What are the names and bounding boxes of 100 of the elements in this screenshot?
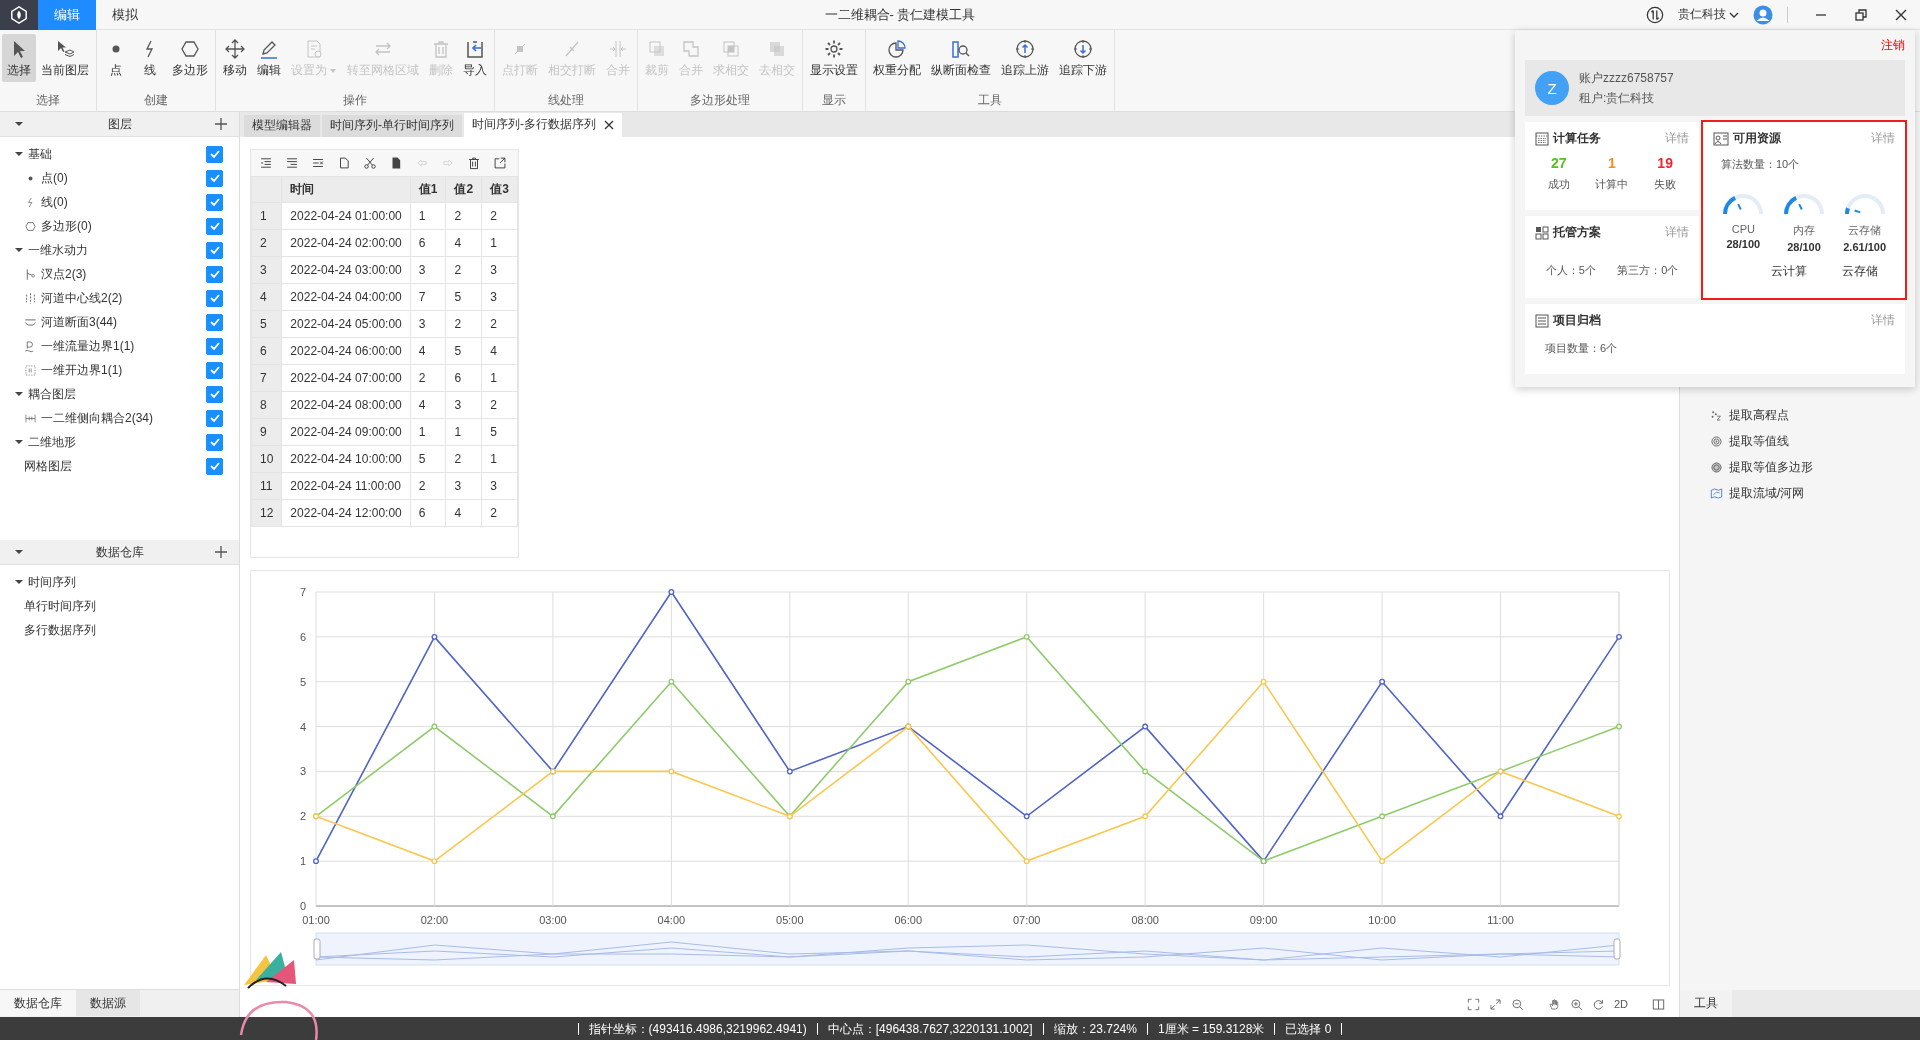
table-cell: 2022-04-24 05:00:00: [281, 310, 411, 338]
gauge-label: 云存储: [1848, 223, 1882, 238]
hosting-count: 第三方：0个: [1617, 263, 1679, 278]
status-text: 缩放：23.724%: [1042, 1022, 1147, 1035]
table-cell: 6: [410, 229, 446, 257]
table-cell: 2022-04-24 04:00:00: [281, 283, 411, 311]
status-text: 1厘米 = 159.3128米: [1146, 1022, 1275, 1035]
table-cell: 5: [481, 418, 518, 446]
x-tick-label: 01:00: [302, 913, 330, 926]
group-label: 选择: [35, 92, 61, 109]
group-label: 线处理: [547, 92, 585, 109]
stat-value: 1: [1608, 155, 1616, 171]
x-tick-label: 03:00: [539, 913, 567, 926]
y-tick-label: 0: [299, 899, 306, 912]
table-cell: 3: [446, 391, 482, 419]
gauge-label: CPU: [1731, 223, 1755, 235]
table-cell: 1: [410, 418, 446, 446]
table-cell: 3: [481, 256, 518, 284]
y-tick-label: 2: [299, 809, 306, 822]
table-cell: 7: [410, 283, 446, 311]
table-cell: 2: [410, 364, 446, 392]
tenant-name: 租户:贵仁科技: [1579, 89, 1656, 107]
table-cell: 2022-04-24 02:00:00: [281, 229, 411, 257]
column-header: 值2: [446, 176, 482, 203]
group-label: 操作: [342, 92, 368, 109]
row-number: 5: [251, 310, 282, 338]
stat-value: 27: [1551, 155, 1567, 171]
x-tick-label: 10:00: [1368, 913, 1396, 926]
x-tick-label: 06:00: [894, 913, 923, 926]
table-cell: 1: [481, 364, 518, 392]
row-number: 9: [251, 418, 282, 446]
table-cell: 2: [446, 202, 482, 230]
card-title: 可用资源: [1733, 130, 1782, 147]
group-label: 显示: [821, 92, 847, 109]
y-tick-label: 4: [299, 720, 306, 733]
hosting-count: 个人：5个: [1545, 263, 1596, 278]
table-cell: 2022-04-24 12:00:00: [281, 499, 411, 527]
status-text: 中心点：[496438.7627,3220131.1002]: [816, 1022, 1043, 1035]
x-tick-label: 09:00: [1249, 913, 1278, 926]
table-cell: 3: [446, 472, 482, 500]
column-header: 值1: [410, 176, 446, 203]
table-cell: 2: [481, 310, 518, 338]
table-cell: 2: [446, 310, 482, 338]
x-tick-label: 07:00: [1012, 913, 1041, 926]
table-cell: 1: [481, 229, 518, 257]
x-tick-label: 11:00: [1487, 913, 1514, 926]
table-cell: 2022-04-24 10:00:00: [281, 445, 411, 473]
y-tick-label: 6: [299, 630, 306, 643]
gauge-reading: 2.61/100: [1843, 241, 1887, 253]
table-cell: 5: [446, 337, 482, 365]
table-cell: 2: [481, 202, 518, 230]
table-cell: 2022-04-24 01:00:00: [281, 202, 411, 230]
table-cell: 4: [481, 337, 518, 365]
table-cell: 2: [481, 499, 518, 527]
group-label: 创建: [143, 92, 169, 109]
column-header: 时间: [281, 176, 411, 203]
gauge-label: 内存: [1793, 223, 1815, 238]
x-tick-label: 05:00: [776, 913, 804, 926]
row-number: 4: [251, 283, 282, 311]
table-cell: 2: [481, 391, 518, 419]
status-text: 指针坐标：(493416.4986,3219962.4941): [577, 1022, 817, 1035]
table-cell: 2022-04-24 09:00:00: [281, 418, 411, 446]
y-tick-label: 1: [299, 854, 306, 867]
gauge-reading: 28/100: [1726, 238, 1761, 250]
card-title: 项目归档: [1553, 312, 1602, 329]
x-tick-label: 02:00: [420, 913, 449, 926]
row-number: 2: [251, 229, 282, 257]
table-cell: 3: [410, 256, 446, 284]
group-label: 工具: [977, 92, 1003, 109]
card-title: 计算任务: [1553, 130, 1602, 147]
table-cell: 2022-04-24 03:00:00: [281, 256, 411, 284]
stat-label: 成功: [1547, 177, 1570, 192]
status-text: 已选择 0: [1274, 1022, 1343, 1035]
row-number: 11: [251, 472, 282, 500]
table-cell: 3: [481, 283, 518, 311]
avatar: Z: [1535, 71, 1569, 105]
project-count: 项目数量：6个: [1545, 341, 1619, 356]
table-cell: 3: [410, 310, 446, 338]
table-cell: 2022-04-24 11:00:00: [281, 472, 411, 500]
column-header: 值3: [481, 176, 518, 203]
table-cell: 2022-04-24 06:00:00: [281, 337, 411, 365]
window-title: 一二维耦合- 贵仁建模工具: [823, 5, 977, 24]
table-cell: 4: [446, 499, 482, 527]
y-tick-label: 5: [299, 675, 306, 688]
row-number: 1: [251, 202, 282, 230]
table-cell: 1: [481, 445, 518, 473]
x-tick-label: 04:00: [657, 913, 686, 926]
account-name: 账户zzzz6758757: [1579, 69, 1674, 87]
table-cell: 1: [446, 418, 482, 446]
table-cell: 3: [481, 472, 518, 500]
row-number: 6: [251, 337, 282, 365]
table-cell: 2022-04-24 08:00:00: [281, 391, 411, 419]
table-cell: 6: [410, 499, 446, 527]
row-number: 7: [251, 364, 282, 392]
table-cell: 4: [410, 337, 446, 365]
x-tick-label: 08:00: [1131, 913, 1159, 926]
gauge-reading: 28/100: [1787, 241, 1821, 253]
stat-value: 19: [1657, 155, 1673, 171]
table-cell: 2: [446, 445, 482, 473]
resource-group-label: 云存储: [1841, 263, 1878, 280]
